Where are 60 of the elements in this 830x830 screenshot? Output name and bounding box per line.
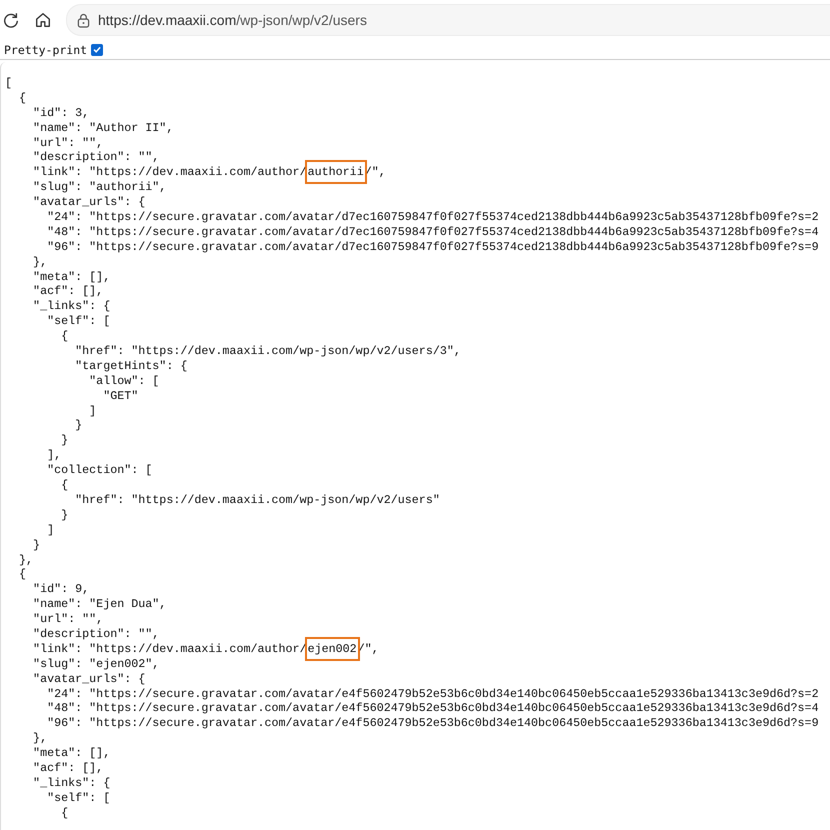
json-line: "GET" <box>102 388 140 404</box>
json-line: "id": 9, <box>32 582 90 598</box>
json-line: "allow": [ <box>88 374 160 389</box>
json-line: "acf": [], <box>32 284 104 300</box>
json-line: "96": "https://secure.gravatar.com/avatar/d7ec160759847f0f027f55374ced2138dbb444b6a9923c5ab35437128bfb09fe?s=9 <box>46 240 820 255</box>
home-icon[interactable] <box>34 11 52 29</box>
json-line: }, <box>18 552 34 568</box>
json-line: { <box>18 567 28 582</box>
pretty-print-checkbox[interactable] <box>91 44 104 56</box>
json-line: } <box>74 418 84 434</box>
json-line: "slug": "ejen002", <box>32 656 160 672</box>
json-line: ] <box>46 522 56 538</box>
highlight-box: ejen002 <box>306 638 358 659</box>
json-line: }, <box>32 254 48 270</box>
pretty-print-label: Pretty-print <box>4 42 88 56</box>
json-line: "self": [ <box>46 790 112 806</box>
json-line: "slug": "authorii", <box>32 180 168 196</box>
json-line: } <box>32 538 42 552</box>
json-line: "href": "https://dev.maaxii.com/wp-json/wp/v2/users/3", <box>74 344 462 359</box>
json-line: "meta": [], <box>32 746 112 761</box>
json-line: "48": "https://secure.gravatar.com/avatar/e4f5602479b52e53b6c0bd34e140bc06450eb5ccaa1e529336ba13413c3e9d6d?s=4 <box>46 701 820 716</box>
url-path: /wp-json/wp/v2/users <box>236 12 367 28</box>
json-line: "link": "https://dev.maaxii.com/author/ <box>32 165 307 180</box>
json-line: "description": "", <box>32 626 160 642</box>
json-line: { <box>60 478 70 493</box>
json-line: "name": "Ejen Dua", <box>32 597 168 612</box>
json-line: "acf": [], <box>32 760 104 776</box>
json-line: "48": "https://secure.gravatar.com/avatar/d7ec160759847f0f027f55374ced2138dbb444b6a9923c5ab35437128bfb09fe?s=4 <box>46 224 820 240</box>
json-line: { <box>60 329 70 344</box>
json-line: "24": "https://secure.gravatar.com/avatar/e4f5602479b52e53b6c0bd34e140bc06450eb5ccaa1e529336ba13413c3e9d6d?s=2 <box>46 686 820 702</box>
json-line: { <box>18 90 28 106</box>
json-line: [ <box>5 76 14 91</box>
json-line: "href": "https://dev.maaxii.com/wp-json/wp/v2/users" <box>74 492 441 508</box>
json-line: "self": [ <box>46 314 112 330</box>
json-line: "id": 3, <box>32 106 90 121</box>
json-line: "_links": { <box>32 776 112 791</box>
json-line: "targetHints": { <box>74 358 188 374</box>
json-line: "avatar_urls": { <box>32 195 146 210</box>
lock-icon[interactable] <box>77 12 90 28</box>
json-line: { <box>60 806 70 821</box>
json-line: ] <box>88 404 98 418</box>
address-bar[interactable]: https://dev.maaxii.com/wp-json/wp/v2/users <box>66 4 830 36</box>
json-line: "24": "https://secure.gravatar.com/avatar/d7ec160759847f0f027f55374ced2138dbb444b6a9923c5ab35437128bfb09fe?s=2 <box>46 210 820 225</box>
json-line: } <box>60 508 70 523</box>
json-line: "avatar_urls": { <box>32 672 146 687</box>
json-line: "name": "Author II", <box>32 120 174 136</box>
json-line: "_links": { <box>32 299 112 314</box>
json-line: "96": "https://secure.gravatar.com/avatar/e4f5602479b52e53b6c0bd34e140bc06450eb5ccaa1e529336ba13413c3e9d6d?s=9 <box>46 716 820 732</box>
json-line: "link": "https://dev.maaxii.com/author/ <box>32 642 307 656</box>
json-line: } <box>60 433 70 448</box>
json-line: "description": "", <box>32 150 160 166</box>
json-line: "url": "", <box>32 136 104 150</box>
url-host: https://dev.maaxii.com <box>98 12 236 28</box>
json-line: "url": "", <box>32 612 104 627</box>
highlight-box: authorii <box>306 162 365 182</box>
json-line: }, <box>32 731 48 746</box>
json-line: ], <box>46 448 62 464</box>
json-line: "collection": [ <box>46 463 154 478</box>
reload-icon[interactable] <box>2 11 20 29</box>
json-line: "meta": [], <box>32 270 112 284</box>
